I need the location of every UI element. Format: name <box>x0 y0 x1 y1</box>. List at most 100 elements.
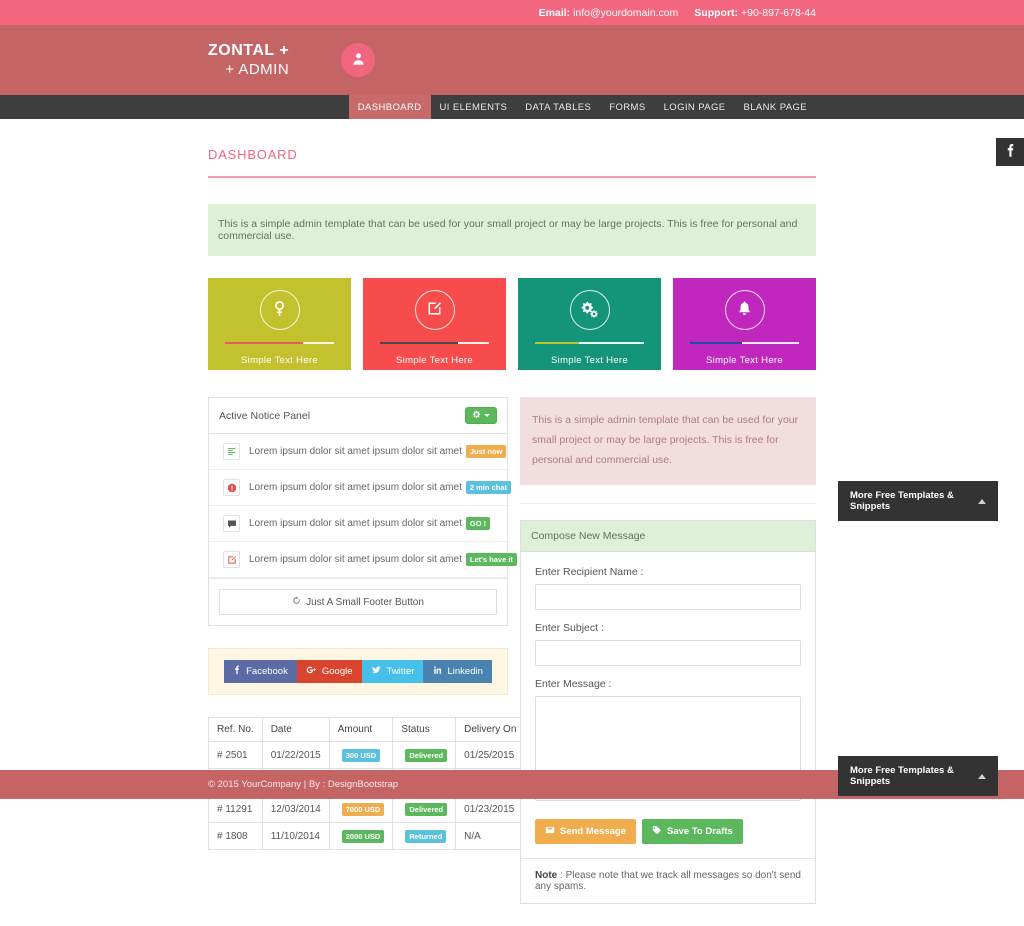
google-plus-icon <box>306 665 317 678</box>
status-badge: Returned <box>405 830 446 843</box>
linkedin-button[interactable]: Linkedin <box>423 660 491 683</box>
notice-panel-footer: Just A Small Footer Button <box>209 578 507 625</box>
compose-panel-header: Compose New Message <box>521 521 815 552</box>
linkedin-label: Linkedin <box>447 666 482 677</box>
table-row[interactable]: # 11291 12/03/2014 7000 USD Delivered 01… <box>209 796 572 823</box>
promo-widget-bottom[interactable]: More Free Templates & Snippets <box>838 756 998 796</box>
message-label: Enter Message : <box>535 678 801 690</box>
cell-delivery: N/A <box>456 823 525 850</box>
logo[interactable]: ZONTAL + + ADMIN <box>208 42 289 78</box>
note-text: : Please note that we track all messages… <box>535 870 801 892</box>
notice-row[interactable]: Lorem ipsum dolor sit amet ipsum dolor s… <box>209 506 507 542</box>
cell-date: 11/10/2014 <box>262 823 329 850</box>
cell-delivery: 01/23/2015 <box>456 796 525 823</box>
tile-progress-bar <box>380 342 489 344</box>
twitter-button[interactable]: Twitter <box>362 660 424 683</box>
amount-badge: 300 USD <box>342 749 380 762</box>
notice-text: Lorem ipsum dolor sit amet ipsum dolor s… <box>249 554 462 565</box>
nav-item-dashboard[interactable]: DASHBOARD <box>349 95 431 119</box>
info-alert-green: This is a simple admin template that can… <box>208 204 816 256</box>
compose-message-panel: Compose New Message Enter Recipient Name… <box>520 520 816 904</box>
notice-text: Lorem ipsum dolor sit amet ipsum dolor s… <box>249 518 462 529</box>
tile-progress-bar <box>690 342 799 344</box>
amount-badge: 7000 USD <box>342 803 385 816</box>
cogs-icon <box>581 300 599 321</box>
amount-badge: 2000 USD <box>342 830 385 843</box>
tile-label: Simple Text Here <box>241 355 318 366</box>
table-row[interactable]: # 2501 01/22/2015 300 USD Delivered 01/2… <box>209 742 572 769</box>
top-contact-bar: Email: info@yourdomain.com Support: +90-… <box>0 0 1024 25</box>
page-title: DASHBOARD <box>208 119 816 176</box>
dashboard-columns: Active Notice Panel Lorem ipsum dolor si… <box>208 397 816 926</box>
email-value[interactable]: info@yourdomain.com <box>573 7 678 19</box>
nav-item-login-page[interactable]: LOGIN PAGE <box>655 95 735 119</box>
recipient-input[interactable] <box>535 584 801 610</box>
facebook-icon <box>233 665 241 678</box>
nav-item-blank-page[interactable]: BLANK PAGE <box>735 95 817 119</box>
send-message-label: Send Message <box>560 826 626 837</box>
subject-input[interactable] <box>535 640 801 666</box>
info-alert-pink: This is a simple admin template that can… <box>520 397 816 485</box>
avatar[interactable] <box>341 43 375 77</box>
col-amount: Amount <box>329 718 393 742</box>
col-status: Status <box>393 718 456 742</box>
notice-row[interactable]: Lorem ipsum dolor sit amet ipsum dolor s… <box>209 434 507 470</box>
cell-date: 01/22/2015 <box>262 742 329 769</box>
notice-text: Lorem ipsum dolor sit amet ipsum dolor s… <box>249 482 462 493</box>
notice-text: Lorem ipsum dolor sit amet ipsum dolor s… <box>249 446 462 457</box>
twitter-icon <box>371 665 382 678</box>
exclamation-circle-icon <box>223 479 240 496</box>
tile-label: Simple Text Here <box>706 355 783 366</box>
notice-row[interactable]: Lorem ipsum dolor sit amet ipsum dolor s… <box>209 542 507 578</box>
linkedin-icon <box>432 665 442 678</box>
status-badge: Let's have it <box>466 553 517 566</box>
pencil-square-icon <box>426 300 443 320</box>
stat-tile-edit[interactable]: Simple Text Here <box>363 278 506 370</box>
footer-refresh-button[interactable]: Just A Small Footer Button <box>219 589 497 615</box>
support-value[interactable]: +90-897-678-44 <box>741 7 816 19</box>
col-delivery-on: Delivery On <box>456 718 525 742</box>
cell-ref: # 11291 <box>209 796 263 823</box>
nav-item-data-tables[interactable]: DATA TABLES <box>516 95 600 119</box>
user-icon <box>351 51 366 69</box>
facebook-button[interactable]: Facebook <box>224 660 297 683</box>
compose-form: Enter Recipient Name : Enter Subject : E… <box>521 552 815 858</box>
chevron-up-icon[interactable] <box>978 774 986 779</box>
align-left-icon <box>223 443 240 460</box>
tile-progress-bar <box>225 342 334 344</box>
promo-label: More Free Templates & Snippets <box>850 765 978 787</box>
table-header-row: Ref. No. Date Amount Status Delivery On … <box>209 718 572 742</box>
table-row[interactable]: # 1808 11/10/2014 2000 USD Returned N/A … <box>209 823 572 850</box>
stat-tile-cogs[interactable]: Simple Text Here <box>518 278 661 370</box>
cell-ref: # 2501 <box>209 742 263 769</box>
google-label: Google <box>322 666 353 677</box>
compose-note: Note : Please note that we track all mes… <box>521 858 815 903</box>
chevron-up-icon[interactable] <box>978 499 986 504</box>
twitter-label: Twitter <box>387 666 415 677</box>
footer-button-label: Just A Small Footer Button <box>306 597 424 608</box>
tile-label: Simple Text Here <box>551 355 628 366</box>
footer-copyright: © 2015 YourCompany | By : DesignBootstra… <box>208 779 398 790</box>
save-drafts-button[interactable]: Save To Drafts <box>642 819 743 844</box>
stat-tile-bell[interactable]: Simple Text Here <box>673 278 816 370</box>
stat-tiles: Simple Text Here Simple Text Here Simple… <box>208 278 816 370</box>
comment-icon <box>223 515 240 532</box>
note-label: Note <box>535 870 557 881</box>
right-column: This is a simple admin template that can… <box>520 397 816 926</box>
promo-widget-top[interactable]: More Free Templates & Snippets <box>838 481 998 521</box>
envelope-icon <box>545 825 555 838</box>
notice-settings-button[interactable] <box>465 407 497 424</box>
email-info: Email: info@yourdomain.com <box>539 7 679 19</box>
stat-tile-venus[interactable]: Simple Text Here <box>208 278 351 370</box>
nav-item-ui-elements[interactable]: UI ELEMENTS <box>431 95 517 119</box>
nav-item-forms[interactable]: FORMS <box>600 95 654 119</box>
facebook-side-tab[interactable] <box>996 138 1024 166</box>
right-divider <box>520 503 816 504</box>
social-buttons-box: Facebook Google Twitter <box>208 648 508 695</box>
support-label: Support: <box>694 7 738 19</box>
google-button[interactable]: Google <box>297 660 362 683</box>
send-message-button[interactable]: Send Message <box>535 819 636 844</box>
notice-panel-title: Active Notice Panel <box>219 410 310 422</box>
notice-row[interactable]: Lorem ipsum dolor sit amet ipsum dolor s… <box>209 470 507 506</box>
facebook-label: Facebook <box>246 666 288 677</box>
